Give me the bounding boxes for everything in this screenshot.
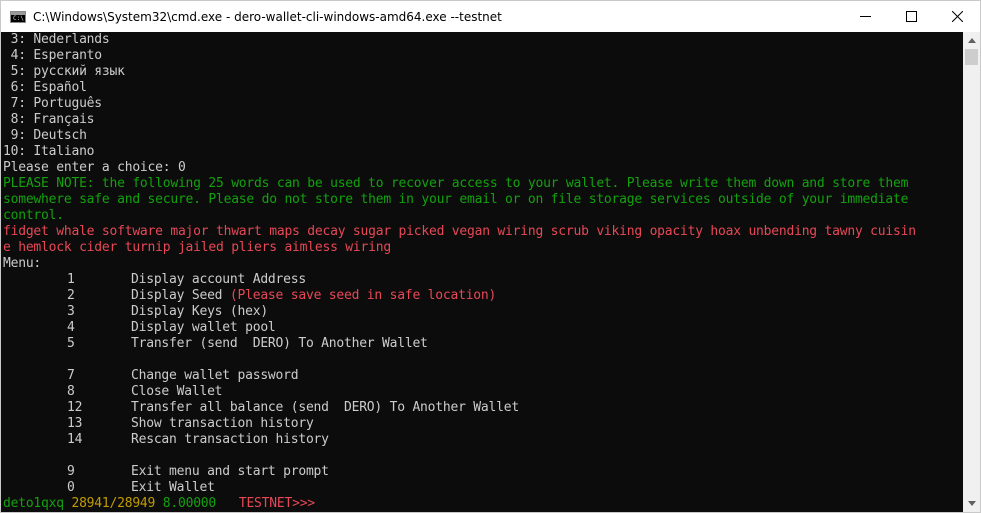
- menu-item-label: Display Seed (Please save seed in safe l…: [131, 288, 496, 304]
- menu-list: 1 Display account Address 2 Display Seed (P…: [3, 272, 961, 496]
- menu-item-label: Display Keys (hex): [131, 304, 268, 320]
- menu-item-row: 0 Exit Wallet: [3, 480, 961, 496]
- scrollbar-thumb[interactable]: [965, 49, 978, 65]
- menu-item-number: 14: [67, 432, 83, 447]
- window-title: C:\Windows\System32\cmd.exe - dero-walle…: [33, 9, 502, 24]
- menu-item-row: 5 Transfer (send DERO) To Another Wallet: [3, 336, 961, 352]
- menu-item-number: 7: [67, 368, 75, 383]
- menu-item-number: 13: [67, 416, 83, 431]
- recovery-note-line: control.: [3, 208, 64, 223]
- menu-item-text: Display wallet pool: [131, 320, 276, 335]
- menu-item-label: Transfer all balance (send DERO) To Anot…: [131, 400, 519, 416]
- menu-title: Menu:: [3, 256, 42, 271]
- menu-item-row: 4 Display wallet pool: [3, 320, 961, 336]
- recovery-note-line: PLEASE NOTE: the following 25 words can …: [3, 176, 909, 191]
- menu-item-label: Close Wallet: [131, 384, 223, 400]
- menu-item-row: 12 Transfer all balance (send DERO) To An…: [3, 400, 961, 416]
- menu-item-text: Exit Wallet: [131, 480, 215, 495]
- scroll-up-button[interactable]: [963, 32, 980, 49]
- menu-item-warning: (Please save seed in safe location): [229, 288, 497, 303]
- close-button[interactable]: [934, 1, 980, 32]
- recovery-note-line: somewhere safe and secure. Please do not…: [3, 192, 909, 207]
- menu-item-text: Display Seed: [131, 288, 230, 303]
- choice-prompt: Please enter a choice: 0: [3, 160, 186, 175]
- wallet-prompt[interactable]: deto1qxq 28941/28949 8.00000 TESTNET>>>: [3, 496, 961, 512]
- menu-item-number: 12: [67, 400, 83, 415]
- menu-item-text: Display account Address: [131, 272, 306, 287]
- menu-item-number: 9: [67, 464, 75, 479]
- menu-item-row: 8 Close Wallet: [3, 384, 961, 400]
- menu-item-row: 14 Rescan transaction history: [3, 432, 961, 448]
- language-option: 4: Esperanto: [3, 48, 103, 63]
- menu-item-label: Show transaction history: [131, 416, 314, 432]
- chevron-down-icon: [967, 501, 976, 506]
- menu-item-text: Close Wallet: [131, 384, 223, 399]
- menu-item-row: 1 Display account Address: [3, 272, 961, 288]
- menu-item-number: 1: [67, 272, 75, 287]
- minimize-icon: [859, 16, 871, 17]
- scroll-down-button[interactable]: [963, 495, 980, 512]
- menu-item-text: Transfer all balance (send DERO) To Anot…: [131, 400, 519, 415]
- language-option: 5: русский язык: [3, 64, 125, 79]
- menu-item-label: Rescan transaction history: [131, 432, 329, 448]
- menu-item-text: Display Keys (hex): [131, 304, 268, 319]
- maximize-button[interactable]: [888, 1, 934, 32]
- menu-item-number: 4: [67, 320, 75, 335]
- menu-item-label: Transfer (send DERO) To Another Wallet: [131, 336, 428, 352]
- menu-spacer: [3, 448, 961, 464]
- menu-item-text: Change wallet password: [131, 368, 299, 383]
- seed-words-line: fidget whale software major thwart maps …: [3, 224, 916, 239]
- cmd-app-icon[interactable]: C:\: [10, 10, 26, 23]
- language-option: 10: Italiano: [3, 144, 95, 159]
- menu-item-text: Rescan transaction history: [131, 432, 329, 447]
- menu-item-number: 8: [67, 384, 75, 399]
- menu-item-label: Display account Address: [131, 272, 306, 288]
- menu-item-text: Exit menu and start prompt: [131, 464, 329, 479]
- prompt-height: 28941/28949: [71, 496, 156, 511]
- language-option: 7: Português: [3, 96, 103, 111]
- menu-item-text: Transfer (send DERO) To Another Wallet: [131, 336, 428, 351]
- menu-item-label: Change wallet password: [131, 368, 299, 384]
- prompt-network: TESTNET>>>: [238, 496, 315, 511]
- language-option: 6: Español: [3, 80, 87, 95]
- close-icon: [951, 11, 963, 22]
- language-option: 8: Français: [3, 112, 95, 127]
- menu-item-number: 2: [67, 288, 75, 303]
- title-bar[interactable]: C:\ C:\Windows\System32\cmd.exe - dero-w…: [1, 1, 980, 32]
- menu-item-label: Exit Wallet: [131, 480, 215, 496]
- menu-item-label: Display wallet pool: [131, 320, 276, 336]
- window-controls: [842, 1, 980, 32]
- menu-item-number: 5: [67, 336, 75, 351]
- minimize-button[interactable]: [842, 1, 888, 32]
- console-output[interactable]: 3: Nederlands 4: Esperanto 5: русский яз…: [3, 32, 961, 512]
- console-window: C:\ C:\Windows\System32\cmd.exe - dero-w…: [0, 0, 981, 513]
- vertical-scrollbar[interactable]: [963, 32, 980, 512]
- menu-spacer: [3, 352, 961, 368]
- menu-item-row: 2 Display Seed (Please save seed in safe …: [3, 288, 961, 304]
- language-option: 9: Deutsch: [3, 128, 87, 143]
- chevron-up-icon: [967, 38, 976, 43]
- menu-item-row: 3 Display Keys (hex): [3, 304, 961, 320]
- menu-item-number: 0: [67, 480, 75, 495]
- menu-item-number: 3: [67, 304, 75, 319]
- prompt-balance: 8.00000: [162, 496, 217, 511]
- menu-item-row: 7 Change wallet password: [3, 368, 961, 384]
- seed-words-line: e hemlock cider turnip jailed pliers aim…: [3, 240, 391, 255]
- menu-item-row: 13 Show transaction history: [3, 416, 961, 432]
- menu-item-label: Exit menu and start prompt: [131, 464, 329, 480]
- menu-item-row: 9 Exit menu and start prompt: [3, 464, 961, 480]
- maximize-icon: [905, 11, 917, 22]
- language-option: 3: Nederlands: [3, 32, 110, 47]
- prompt-address: deto1qxq: [3, 496, 64, 511]
- app-icon-label: C:\: [13, 14, 24, 22]
- menu-item-text: Show transaction history: [131, 416, 314, 431]
